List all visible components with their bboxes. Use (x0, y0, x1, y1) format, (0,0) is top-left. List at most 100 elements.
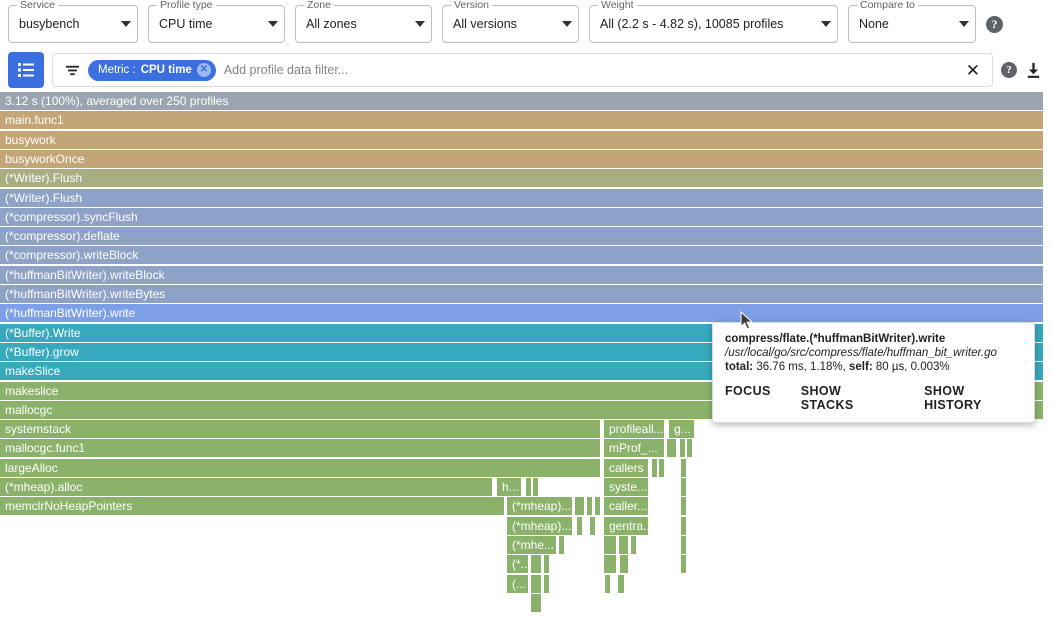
flame-frame-label: (*huffmanBitWriter).write (5, 306, 135, 320)
clear-filter-icon[interactable]: ✕ (960, 62, 986, 79)
flame-frame[interactable]: (*mheap).... (507, 517, 573, 535)
flame-frame[interactable]: (*mheap).... (507, 497, 573, 515)
weight-select-label: Weight (598, 0, 637, 11)
filter-help-icon[interactable]: ? (1001, 62, 1017, 78)
flame-frame[interactable]: (*huffmanBitWriter).writeBlock (0, 266, 1044, 284)
flame-frame[interactable] (526, 478, 532, 496)
flame-frame[interactable]: (... (507, 575, 529, 593)
flame-frame[interactable] (544, 575, 550, 593)
flame-frame[interactable] (575, 497, 585, 515)
flame-frame[interactable] (577, 517, 583, 535)
flame-frame[interactable]: (*compressor).writeBlock (0, 246, 1044, 264)
flame-frame[interactable] (619, 536, 629, 554)
flame-frame[interactable]: (*Writer).Flush (0, 189, 1044, 207)
compare-to-select-label: Compare to (857, 0, 918, 11)
version-select[interactable]: Version All versions (442, 5, 579, 43)
metric-filter-chip[interactable]: Metric : CPU time ✕ (88, 60, 216, 81)
flame-frame-label: makeSlice (5, 364, 60, 378)
chevron-down-icon (821, 21, 831, 27)
flame-frame[interactable]: gentra... (604, 517, 649, 535)
flame-frame[interactable]: memclrNoHeapPointers (0, 497, 505, 515)
tooltip-stats: total: 36.76 ms, 1.18%, self: 80 µs, 0.0… (725, 361, 1022, 373)
download-icon[interactable] (1025, 62, 1042, 79)
flame-frame[interactable] (681, 459, 687, 477)
flame-frame[interactable]: largeAlloc (0, 459, 601, 477)
flame-frame[interactable] (681, 536, 687, 554)
flame-frame[interactable]: systemstack (0, 420, 601, 438)
flame-frame[interactable]: g... (669, 420, 695, 438)
flame-frame-label: caller... (609, 499, 647, 513)
flame-frame[interactable] (687, 439, 693, 457)
flame-frame[interactable]: caller... (604, 497, 649, 515)
chip-remove-icon[interactable]: ✕ (197, 63, 211, 77)
flame-frame-label: (*mheap).alloc (5, 480, 82, 494)
flame-frame[interactable]: mallocgc.func1 (0, 439, 601, 457)
flame-frame[interactable]: (*... (507, 555, 529, 573)
frame-tooltip: compress/flate.(*huffmanBitWriter).write… (712, 322, 1035, 423)
flame-frame[interactable]: (*mheap).alloc (0, 478, 493, 496)
flame-frame[interactable] (659, 459, 665, 477)
filter-funnel-icon[interactable] (65, 63, 80, 78)
flame-frame[interactable] (559, 536, 565, 554)
flame-frame[interactable] (681, 497, 687, 515)
flame-frame[interactable] (681, 478, 687, 496)
chevron-down-icon (268, 21, 278, 27)
flame-frame[interactable] (587, 497, 593, 515)
flame-frame[interactable]: (*Writer).Flush (0, 169, 1044, 187)
flame-frame[interactable] (652, 459, 658, 477)
flame-frame[interactable]: (*huffmanBitWriter).write (0, 304, 1044, 322)
focus-button[interactable]: FOCUS (725, 384, 771, 412)
flame-frame[interactable]: (*huffmanBitWriter).writeBytes (0, 285, 1044, 303)
flame-frame[interactable]: (*compressor).deflate (0, 227, 1044, 245)
flame-frame[interactable]: (*mhe... (507, 536, 557, 554)
tooltip-title: compress/flate.(*huffmanBitWriter).write (725, 333, 1022, 345)
flame-frame[interactable] (590, 517, 596, 535)
profile-type-select-label: Profile type (157, 0, 216, 11)
flame-frame[interactable] (680, 439, 686, 457)
zone-select-value: All zones (306, 17, 405, 31)
flame-frame[interactable] (605, 575, 611, 593)
flame-frame[interactable] (681, 517, 687, 535)
help-icon[interactable]: ? (986, 16, 1003, 33)
flame-frame[interactable] (531, 594, 542, 612)
flame-frame[interactable]: 3.12 s (100%), averaged over 250 profile… (0, 92, 1044, 110)
flame-frame[interactable] (604, 555, 617, 573)
service-select[interactable]: Service busybench (8, 5, 138, 43)
flame-frame[interactable] (533, 478, 539, 496)
flame-frame[interactable]: (*compressor).syncFlush (0, 208, 1044, 226)
flame-frame[interactable]: profileall... (604, 420, 665, 438)
profile-type-select[interactable]: Profile type CPU time (148, 5, 285, 43)
flame-frame-label: (*mheap).... (512, 519, 573, 533)
flame-frame[interactable]: busywork (0, 131, 1044, 149)
show-stacks-button[interactable]: SHOW STACKS (801, 384, 894, 412)
flame-frame[interactable]: busyworkOnce (0, 150, 1044, 168)
flame-frame[interactable] (544, 555, 550, 573)
flame-frame[interactable]: callers (604, 459, 649, 477)
flame-frame-label: callers (609, 461, 644, 475)
flame-frame[interactable]: mProf_... (604, 439, 665, 457)
weight-select[interactable]: Weight All (2.2 s - 4.82 s), 10085 profi… (589, 5, 838, 43)
filter-input-placeholder[interactable]: Add profile data filter... (224, 63, 952, 77)
flame-frame[interactable]: syste... (604, 478, 649, 496)
flame-frame[interactable] (595, 497, 601, 515)
tooltip-total-value: 36.76 ms, 1.18%, (756, 361, 846, 373)
flame-frame[interactable] (631, 536, 637, 554)
flame-frame[interactable] (620, 555, 629, 573)
list-view-icon (17, 61, 35, 79)
flame-frame[interactable]: h... (497, 478, 522, 496)
flame-frame[interactable] (531, 555, 542, 573)
flame-frame-label: main.func1 (5, 113, 64, 127)
flame-frame[interactable]: main.func1 (0, 111, 1044, 129)
flame-frame[interactable] (604, 536, 617, 554)
show-history-button[interactable]: SHOW HISTORY (924, 384, 1022, 412)
zone-select[interactable]: Zone All zones (295, 5, 432, 43)
view-toggle-button[interactable] (8, 52, 44, 88)
flame-frame[interactable] (618, 575, 625, 593)
flame-frame[interactable] (531, 575, 542, 593)
flame-frame[interactable] (667, 439, 677, 457)
flame-frame[interactable] (681, 555, 687, 573)
tooltip-source-path: /usr/local/go/src/compress/flate/huffman… (725, 347, 1022, 359)
filter-input-container[interactable]: Metric : CPU time ✕ Add profile data fil… (52, 53, 993, 87)
service-select-label: Service (17, 0, 58, 11)
compare-to-select[interactable]: Compare to None (848, 5, 976, 43)
